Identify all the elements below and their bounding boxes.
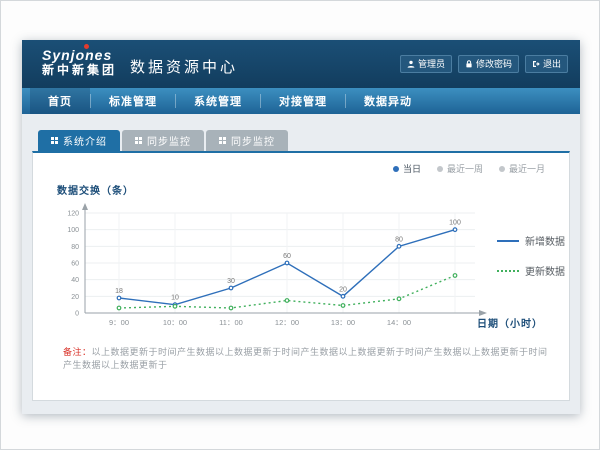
logo: Synjones 新中新集团 — [42, 47, 117, 78]
dot-icon — [499, 166, 505, 172]
logo-subtext: 新中新集团 — [42, 63, 117, 78]
line-sample-icon — [497, 270, 519, 272]
tab-system-intro[interactable]: 系统介绍 — [38, 130, 120, 151]
svg-text:100: 100 — [67, 227, 79, 234]
dot-icon — [437, 166, 443, 172]
user-icon — [407, 60, 415, 68]
app-window: Synjones 新中新集团 数据资源中心 管理员 修改密码 — [22, 40, 580, 414]
legend-item-updated-data[interactable]: 更新数据 — [497, 263, 565, 278]
nav-item-data-changes[interactable]: 数据异动 — [346, 88, 430, 114]
time-filter-today[interactable]: 当日 — [393, 162, 421, 175]
line-sample-icon — [497, 240, 519, 242]
tab-sync-monitor-1[interactable]: 同步监控 — [122, 130, 204, 151]
svg-text:120: 120 — [67, 211, 79, 218]
tab-label: 同步监控 — [147, 133, 191, 148]
time-filter-last-month[interactable]: 最近一月 — [499, 162, 545, 175]
legend-label: 新增数据 — [525, 233, 565, 248]
logout-button[interactable]: 退出 — [525, 55, 568, 73]
admin-button-label: 管理员 — [418, 58, 445, 70]
svg-text:10：00: 10：00 — [163, 318, 187, 327]
svg-text:11：00: 11：00 — [219, 318, 243, 327]
main-nav: 首页 标准管理 系统管理 对接管理 数据异动 — [22, 88, 580, 114]
svg-text:30: 30 — [227, 278, 235, 285]
svg-text:80: 80 — [71, 244, 79, 251]
grid-icon — [135, 137, 142, 144]
screen: Synjones 新中新集团 数据资源中心 管理员 修改密码 — [0, 0, 600, 450]
dot-icon — [393, 166, 399, 172]
nav-item-home[interactable]: 首页 — [30, 88, 90, 114]
svg-text:18: 18 — [115, 288, 123, 295]
y-axis-title: 数据交换（条） — [57, 182, 134, 197]
legend-label: 更新数据 — [525, 263, 565, 278]
header-actions: 管理员 修改密码 退出 — [400, 55, 568, 73]
svg-text:12：00: 12：00 — [275, 318, 299, 327]
admin-button[interactable]: 管理员 — [400, 55, 452, 73]
logout-icon — [532, 60, 540, 68]
page-title: 数据资源中心 — [130, 56, 238, 77]
svg-text:60: 60 — [283, 253, 291, 260]
change-password-button[interactable]: 修改密码 — [458, 55, 519, 73]
svg-text:80: 80 — [395, 236, 403, 243]
tab-label: 系统介绍 — [63, 133, 107, 148]
grid-icon — [219, 137, 226, 144]
time-filter-label: 最近一周 — [447, 162, 483, 175]
chart-canvas: 0 20 40 60 80 100 120 9：00 10：00 11：00 12：00 13：00 1… — [51, 201, 491, 341]
content-area: 系统介绍 同步监控 同步监控 当日 最近一 — [22, 114, 580, 414]
svg-text:10: 10 — [171, 295, 179, 302]
lock-icon — [465, 60, 473, 68]
svg-text:14：00: 14：00 — [387, 318, 411, 327]
change-password-button-label: 修改密码 — [476, 58, 512, 70]
svg-text:100: 100 — [449, 220, 461, 227]
svg-text:40: 40 — [71, 277, 79, 284]
footnote-text: 以上数据更新于时间产生数据以上数据更新于时间产生数据以上数据更新于时间产生数据以… — [63, 347, 548, 370]
svg-text:13：00: 13：00 — [331, 318, 355, 327]
footnote: 备注：以上数据更新于时间产生数据以上数据更新于时间产生数据以上数据更新于时间产生… — [63, 345, 549, 371]
logo-text: Synjones — [42, 47, 117, 63]
time-filter-label: 当日 — [403, 162, 421, 175]
nav-item-interface-management[interactable]: 对接管理 — [261, 88, 345, 114]
svg-text:0: 0 — [75, 311, 79, 318]
time-filter-legend: 当日 最近一周 最近一月 — [393, 162, 545, 175]
header: Synjones 新中新集团 数据资源中心 管理员 修改密码 — [22, 40, 580, 88]
svg-text:60: 60 — [71, 261, 79, 268]
tab-bar: 系统介绍 同步监控 同步监控 — [38, 130, 288, 151]
tab-label: 同步监控 — [231, 133, 275, 148]
svg-text:9：00: 9：00 — [109, 318, 129, 327]
nav-item-standard-management[interactable]: 标准管理 — [91, 88, 175, 114]
svg-text:20: 20 — [339, 286, 347, 293]
tab-sync-monitor-2[interactable]: 同步监控 — [206, 130, 288, 151]
nav-item-system-management[interactable]: 系统管理 — [176, 88, 260, 114]
footnote-label: 备注： — [63, 347, 92, 357]
time-filter-label: 最近一月 — [509, 162, 545, 175]
chart-card: 当日 最近一周 最近一月 数据交换（条） 0 20 40 60 80 100 120 9：00… — [32, 151, 570, 401]
logo-red-dot-icon — [84, 44, 89, 49]
legend-item-new-data[interactable]: 新增数据 — [497, 233, 565, 248]
logout-button-label: 退出 — [543, 58, 561, 70]
svg-text:20: 20 — [71, 294, 79, 301]
grid-icon — [51, 137, 58, 144]
series-legend: 新增数据 更新数据 — [497, 233, 565, 293]
x-axis-title: 日期（小时） — [477, 315, 543, 330]
time-filter-last-week[interactable]: 最近一周 — [437, 162, 483, 175]
